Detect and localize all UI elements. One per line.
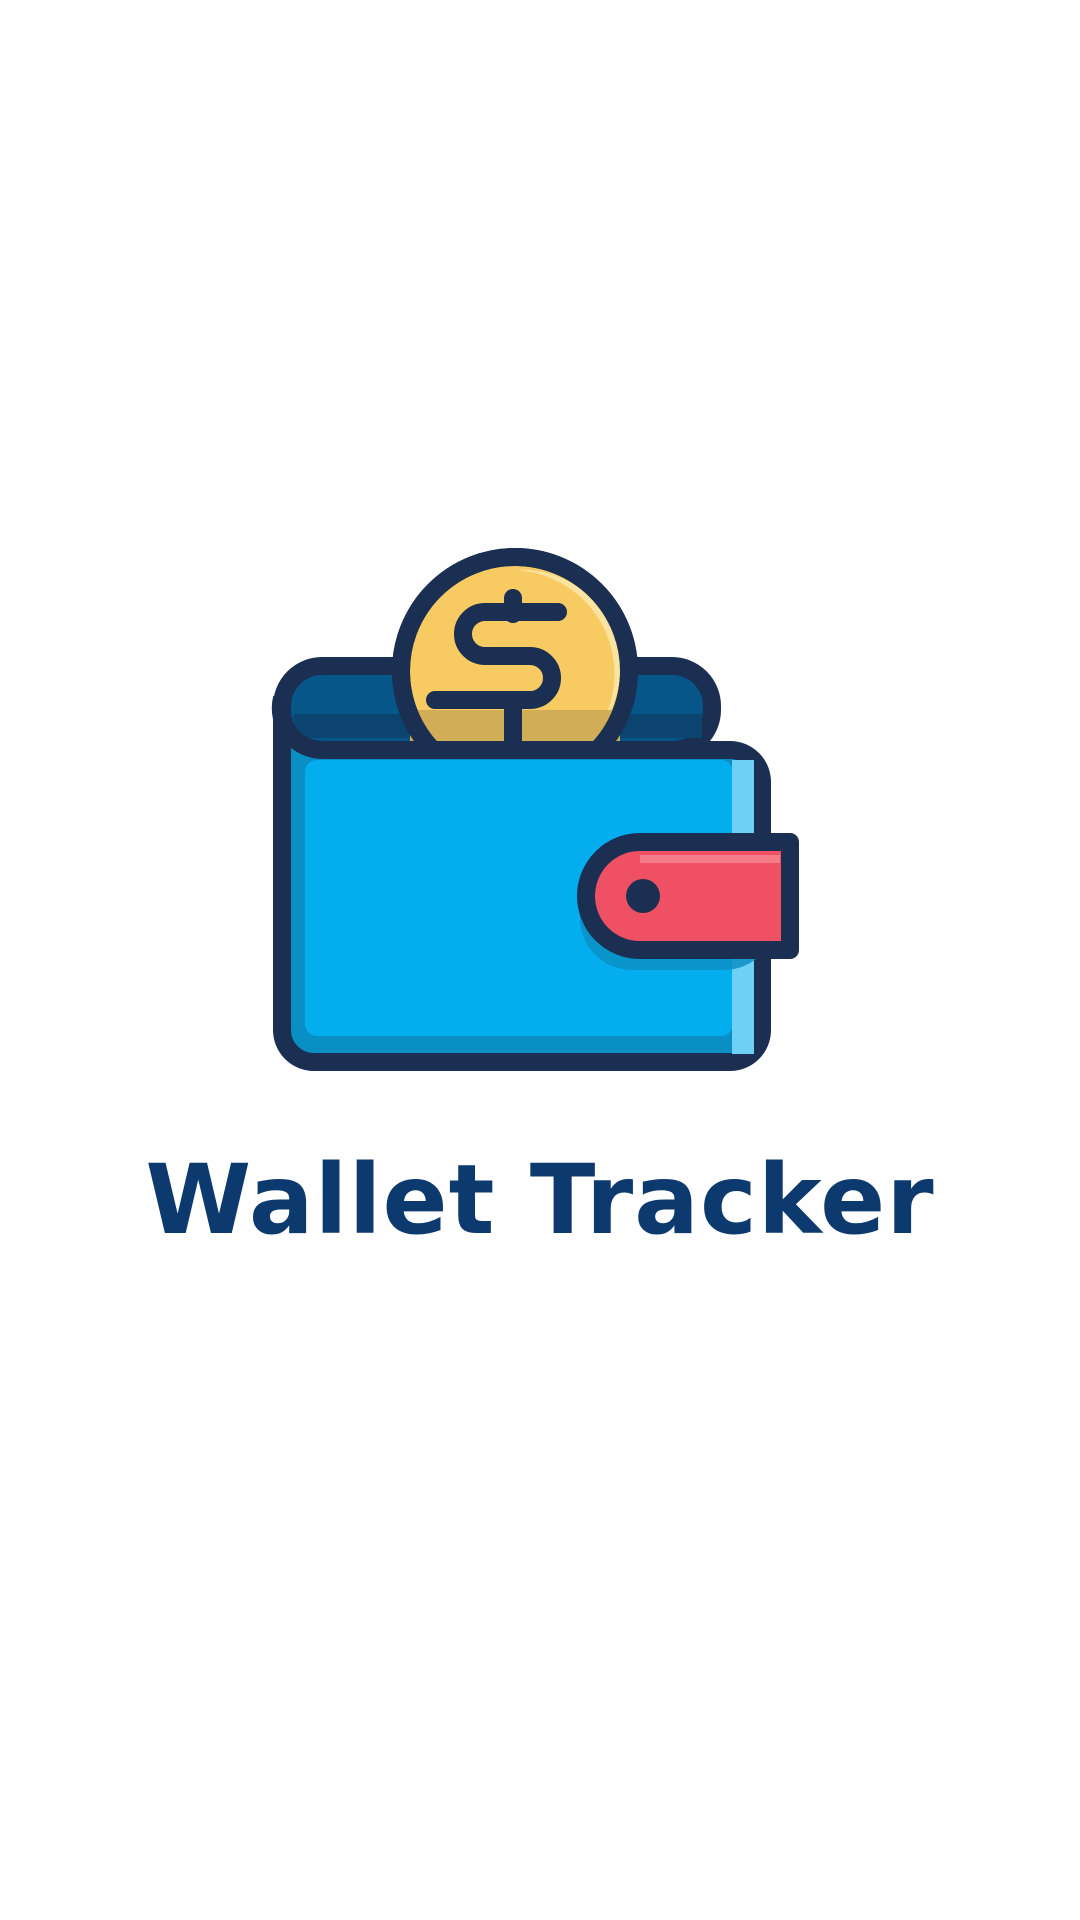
splash-screen: Wallet Tracker bbox=[0, 0, 1080, 1920]
app-title: Wallet Tracker bbox=[145, 1144, 935, 1256]
wallet-logo bbox=[270, 530, 810, 1080]
wallet-icon bbox=[271, 548, 799, 1071]
wallet-clasp bbox=[577, 833, 799, 970]
